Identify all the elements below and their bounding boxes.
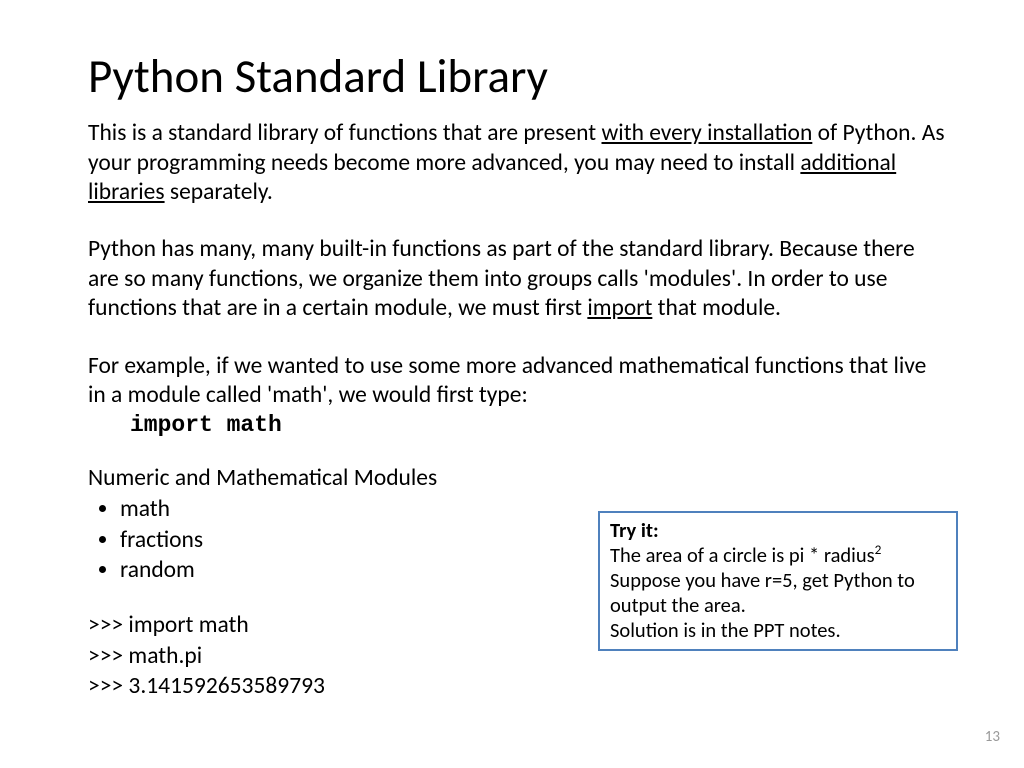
callout-heading: Try it: [610, 517, 659, 543]
text-segment: Python has many, many built-in functions… [88, 235, 915, 322]
text-segment: that module. [652, 294, 781, 322]
paragraph-modules: Python has many, many built-in functions… [88, 235, 946, 323]
try-it-callout: Try it: The area of a circle is pi * rad… [598, 511, 958, 651]
callout-line: Suppose you have r=5, get Python to outp… [610, 567, 915, 618]
repl-line: >>> 3.141592653589793 [88, 671, 946, 702]
underline-import: import [587, 294, 652, 322]
text-segment: separately. [165, 178, 273, 206]
modules-heading: Numeric and Mathematical Modules [88, 464, 946, 492]
paragraph-intro: This is a standard library of functions … [88, 119, 946, 207]
page-number: 13 [985, 728, 1000, 746]
callout-line: Solution is in the PPT notes. [610, 617, 841, 643]
paragraph-example: For example, if we wanted to use some mo… [88, 352, 946, 411]
callout-line: The area of a circle is pi * radius [610, 542, 875, 568]
underline-every-installation: with every installation [602, 119, 813, 147]
superscript-2: 2 [875, 541, 882, 558]
slide: Python Standard Library This is a standa… [0, 0, 1024, 768]
text-segment: This is a standard library of functions … [88, 119, 602, 147]
code-import-math: import math [130, 412, 946, 438]
slide-title: Python Standard Library [88, 52, 946, 101]
